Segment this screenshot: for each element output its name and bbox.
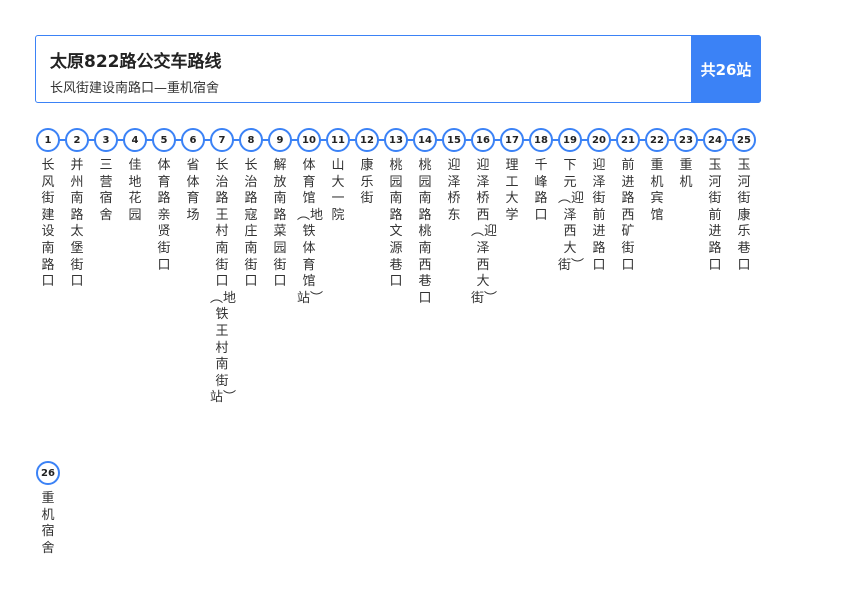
stop-name: 重机宾馆 xyxy=(650,158,664,223)
stop-item: 10 体育馆︵地铁体育馆站︶ xyxy=(297,128,324,307)
stop-item: 2 并州南路太堡街口 xyxy=(65,128,89,291)
stop-item: 20 迎泽街前进路口 xyxy=(587,128,611,274)
route-header-card: 太原822路公交车路线 长风街建设南路口—重机宿舍 共26站 xyxy=(35,35,761,103)
stop-number-badge: 21 xyxy=(616,128,640,152)
stop-item: 8 长治路寇庄南街口 xyxy=(239,128,263,291)
stop-number-badge: 1 xyxy=(36,128,60,152)
stop-name: 重机宿舍 xyxy=(41,491,55,556)
stop-number-badge: 9 xyxy=(268,128,292,152)
stop-item: 1 长风街建设南路口 xyxy=(36,128,60,291)
stop-name: 前进路西矿街口 xyxy=(621,158,635,273)
stop-name: 迎泽桥西︵迎泽西大街︶ xyxy=(471,158,498,306)
stop-item: 9 解放南路菜园街口 xyxy=(268,128,292,291)
stop-name: 体育路亲贤街口 xyxy=(157,158,171,273)
stop-name: 长治路寇庄南街口 xyxy=(244,158,258,290)
stop-name: 下元︵迎泽西大街︶ xyxy=(558,158,585,273)
stop-name: 康乐街 xyxy=(360,158,374,207)
stop-item: 18 千峰路口 xyxy=(529,128,553,224)
stop-name: 重机 xyxy=(679,158,693,190)
stop-name: 迎泽桥东 xyxy=(447,158,461,223)
stop-number-badge: 13 xyxy=(384,128,408,152)
stop-name: 玉河街康乐巷口 xyxy=(737,158,751,273)
stop-item: 11 山大一院 xyxy=(326,128,350,224)
stop-number-badge: 23 xyxy=(674,128,698,152)
stop-name: 解放南路菜园街口 xyxy=(273,158,287,290)
stop-item: 24 玉河街前进路口 xyxy=(703,128,727,274)
stop-item: 15 迎泽桥东 xyxy=(442,128,466,224)
stop-number-badge: 25 xyxy=(732,128,756,152)
stop-number-badge: 15 xyxy=(442,128,466,152)
route-subtitle: 长风街建设南路口—重机宿舍 xyxy=(50,81,220,96)
stop-number-badge: 22 xyxy=(645,128,669,152)
stop-name: 理工大学 xyxy=(505,158,519,223)
stop-name: 并州南路太堡街口 xyxy=(70,158,84,290)
stop-number-badge: 6 xyxy=(181,128,205,152)
stop-number-badge: 5 xyxy=(152,128,176,152)
stop-name: 桃园南路文源巷口 xyxy=(389,158,403,290)
stop-number-badge: 4 xyxy=(123,128,147,152)
stop-number-badge: 17 xyxy=(500,128,524,152)
stop-number-badge: 2 xyxy=(65,128,89,152)
stop-item: 5 体育路亲贤街口 xyxy=(152,128,176,274)
stop-item: 3 三营宿舍 xyxy=(94,128,118,224)
stop-name: 千峰路口 xyxy=(534,158,548,223)
stop-item: 13 桃园南路文源巷口 xyxy=(384,128,408,291)
stop-name: 省体育场 xyxy=(186,158,200,223)
stop-name: 长治路王村南街口︵地铁王村南街站︶ xyxy=(210,158,237,406)
route-title: 太原822路公交车路线 xyxy=(50,52,222,72)
total-stops-badge: 共26站 xyxy=(691,35,761,103)
stop-number-badge: 10 xyxy=(297,128,321,152)
stop-number-badge: 8 xyxy=(239,128,263,152)
stop-name: 山大一院 xyxy=(331,158,345,223)
stop-item: 26 重机宿舍 xyxy=(36,461,60,557)
stop-item: 4 佳地花园 xyxy=(123,128,147,224)
stop-number-badge: 12 xyxy=(355,128,379,152)
stop-number-badge: 14 xyxy=(413,128,437,152)
stop-item: 23 重机 xyxy=(674,128,698,191)
stop-name: 桃园南路桃南西巷口 xyxy=(418,158,432,306)
stop-number-badge: 20 xyxy=(587,128,611,152)
stop-number-badge: 16 xyxy=(471,128,495,152)
stop-item: 21 前进路西矿街口 xyxy=(616,128,640,274)
stop-name: 玉河街前进路口 xyxy=(708,158,722,273)
stop-item: 22 重机宾馆 xyxy=(645,128,669,224)
stop-item: 25 玉河街康乐巷口 xyxy=(732,128,756,274)
stop-item: 7 长治路王村南街口︵地铁王村南街站︶ xyxy=(210,128,237,407)
stop-number-badge: 18 xyxy=(529,128,553,152)
page: 太原822路公交车路线 长风街建设南路口—重机宿舍 共26站 1 长风街建设南路口… xyxy=(0,0,868,589)
stop-item: 14 桃园南路桃南西巷口 xyxy=(413,128,437,307)
stop-item: 6 省体育场 xyxy=(181,128,205,224)
stop-number-badge: 19 xyxy=(558,128,582,152)
stop-number-badge: 26 xyxy=(36,461,60,485)
stop-item: 17 理工大学 xyxy=(500,128,524,224)
stop-name: 迎泽街前进路口 xyxy=(592,158,606,273)
stop-number-badge: 24 xyxy=(703,128,727,152)
stop-number-badge: 11 xyxy=(326,128,350,152)
stop-name: 长风街建设南路口 xyxy=(41,158,55,290)
stop-item: 16 迎泽桥西︵迎泽西大街︶ xyxy=(471,128,498,307)
stop-item: 12 康乐街 xyxy=(355,128,379,208)
stop-number-badge: 7 xyxy=(210,128,234,152)
stop-number-badge: 3 xyxy=(94,128,118,152)
stop-item: 19 下元︵迎泽西大街︶ xyxy=(558,128,585,274)
stop-name: 体育馆︵地铁体育馆站︶ xyxy=(297,158,324,306)
stop-name: 佳地花园 xyxy=(128,158,142,223)
stop-name: 三营宿舍 xyxy=(99,158,113,223)
